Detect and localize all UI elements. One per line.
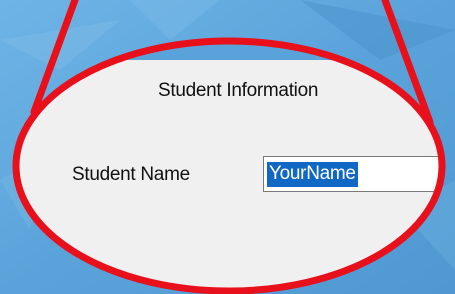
section-title: Student Information (158, 80, 319, 101)
student-name-input[interactable] (263, 156, 442, 192)
student-name-label: Student Name (72, 164, 190, 185)
